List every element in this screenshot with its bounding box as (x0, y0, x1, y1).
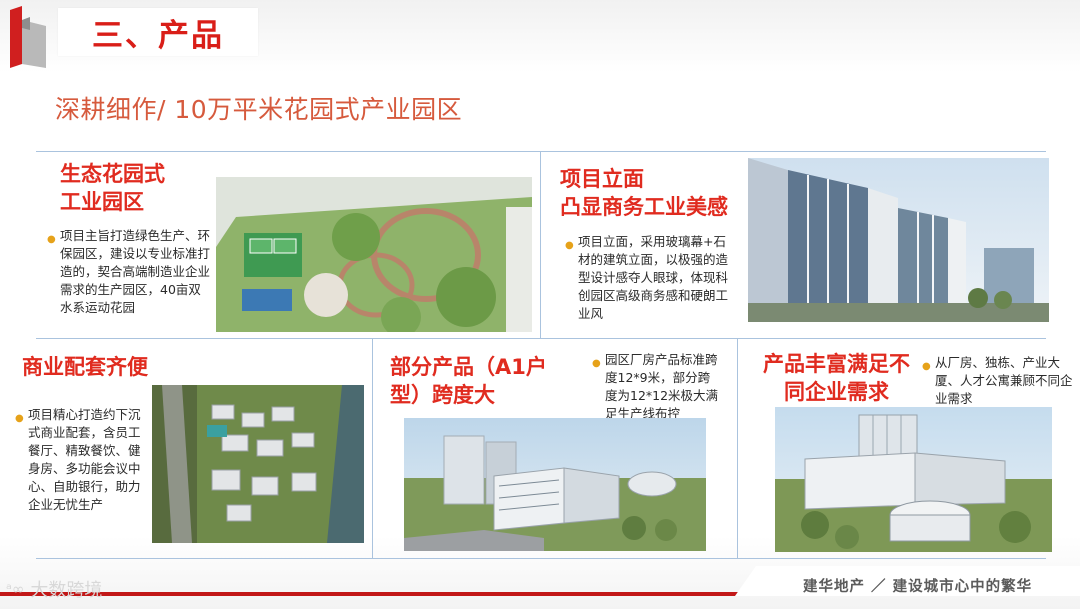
bullet-dot-icon: ● (922, 361, 931, 372)
section-2-text: 项目立面，采用玻璃幕+石材的建筑立面，以极强的造型设计感夺人眼球，体现科创园区高… (578, 234, 729, 321)
section-2-title-line2: 凸显商务工业美感 (560, 195, 728, 219)
section-3-title-line1: 商业配套齐便 (22, 355, 148, 379)
a1-building-render-image (404, 418, 706, 551)
section-1-text-block: ● 项目主旨打造绿色生产、环保园区，建设以专业标准打造的，契合高端制造业企业需求… (47, 227, 211, 317)
section-4-title: 部分产品（A1户 型）跨度大 (390, 353, 547, 409)
bullet-dot-icon: ● (47, 234, 56, 245)
section-1-title-line2: 工业园区 (60, 190, 144, 214)
watermark: ᵃ∞ 大数跨境 (6, 576, 102, 602)
section-4-text: 园区厂房产品标准跨度12*9米，部分跨度为12*12米极大满足生产线布控 (605, 352, 719, 421)
title-box: 三、产品 (58, 8, 258, 56)
section-5-text: 从厂房、独栋、产业大厦、人才公寓兼顾不同企业需求 (935, 355, 1073, 406)
commercial-aerial-image (152, 385, 364, 543)
bullet-dot-icon: ● (592, 358, 601, 369)
divider-vertical-1 (540, 151, 541, 338)
section-1-title: 生态花园式 工业园区 (60, 160, 165, 216)
corner-logo-icon (10, 6, 48, 68)
section-3-text-block: ● 项目精心打造约下沉式商业配套，含员工餐厅、精致餐饮、健身房、多功能会议中心、… (15, 406, 146, 514)
section-5-title-line1: 产品丰富满足不 (763, 352, 910, 376)
section-4-title-line2: 型）跨度大 (390, 383, 495, 407)
section-3-text: 项目精心打造约下沉式商业配套，含员工餐厅、精致餐饮、健身房、多功能会议中心、自助… (28, 407, 141, 512)
section-4-title-line1: 部分产品（A1户 (390, 355, 547, 379)
section-5-title: 产品丰富满足不 同企业需求 (754, 350, 919, 406)
section-1-text: 项目主旨打造绿色生产、环保园区，建设以专业标准打造的，契合高端制造业企业需求的生… (60, 228, 211, 315)
section-3-title: 商业配套齐便 (22, 353, 148, 381)
section-2-title: 项目立面 凸显商务工业美感 (560, 165, 728, 221)
section-5-text-block: ● 从厂房、独栋、产业大厦、人才公寓兼顾不同企业需求 (922, 354, 1077, 408)
divider-middle (36, 338, 1046, 339)
page-subtitle: 深耕细作/ 10万平米花园式产业园区 (55, 95, 463, 124)
garden-park-aerial-image (216, 177, 532, 332)
section-1-title-line1: 生态花园式 (60, 162, 165, 186)
section-4-text-block: ● 园区厂房产品标准跨度12*9米，部分跨度为12*12米极大满足生产线布控 (592, 351, 721, 423)
bullet-dot-icon: ● (15, 413, 24, 424)
section-2-text-block: ● 项目立面，采用玻璃幕+石材的建筑立面，以极强的造型设计感夺人眼球，体现科创园… (565, 233, 733, 323)
watermark-logo-icon: ᵃ∞ (6, 580, 25, 598)
watermark-text: 大数跨境 (30, 580, 103, 601)
section-2-title-line1: 项目立面 (560, 167, 644, 191)
divider-bottom (36, 558, 1046, 559)
divider-top (36, 151, 1046, 152)
section-5-title-line2: 同企业需求 (784, 380, 889, 404)
industrial-park-render-image (775, 407, 1052, 552)
building-facade-image (748, 158, 1049, 322)
bullet-dot-icon: ● (565, 240, 574, 251)
footer-slogan: 建华地产 ／ 建设城市心中的繁华 (803, 579, 1033, 595)
divider-vertical-2 (372, 338, 373, 558)
page-title: 三、产品 (92, 17, 224, 54)
divider-vertical-3 (737, 338, 738, 558)
